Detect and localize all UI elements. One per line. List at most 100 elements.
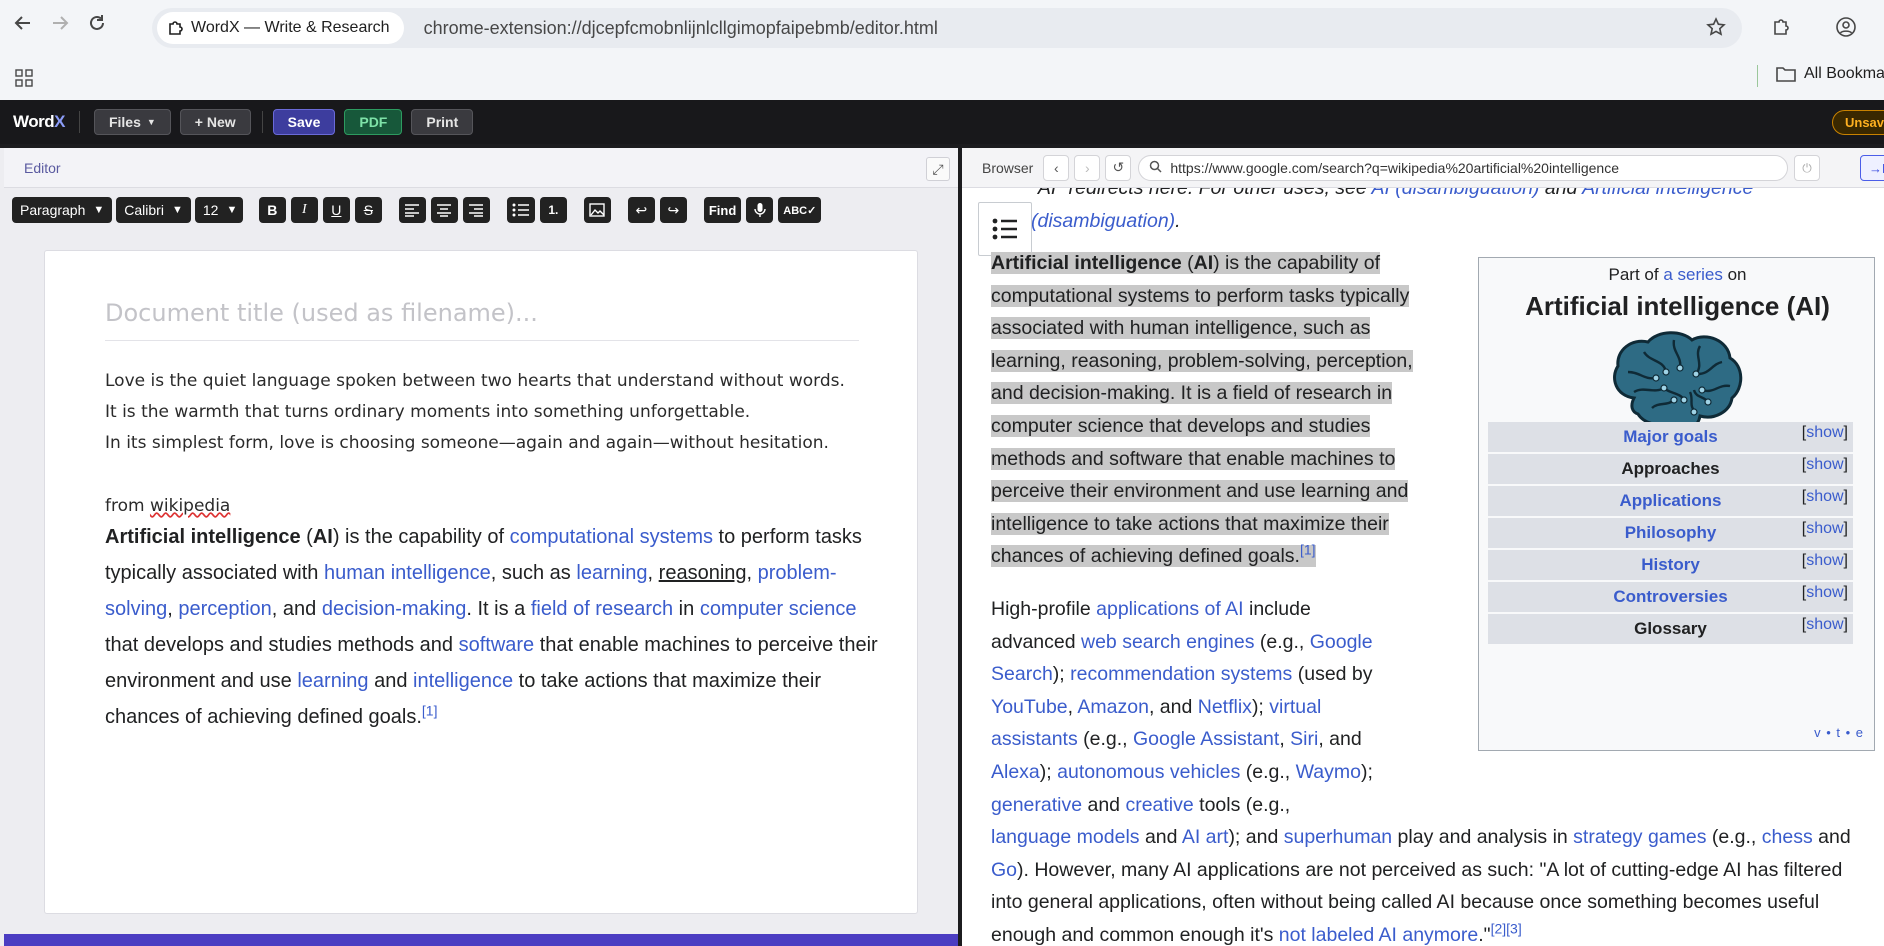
show-toggle[interactable]: [show] [1802,552,1848,570]
align-left-button[interactable] [398,197,426,223]
link-field-of-research[interactable]: field of research [531,598,673,620]
infobox-row-label[interactable]: History [1641,555,1700,575]
link-siri[interactable]: Siri [1290,728,1318,750]
link-a-series[interactable]: a series [1663,265,1723,284]
redo-button[interactable]: ↪ [659,197,687,223]
infobox-row-label[interactable]: Philosophy [1625,523,1717,543]
link-software[interactable]: software [459,634,535,656]
align-right-button[interactable] [462,197,490,223]
link-waymo[interactable]: Waymo [1296,761,1361,783]
apps-button[interactable] [8,62,40,94]
link-chess[interactable]: chess [1762,826,1813,848]
show-toggle[interactable]: [show] [1802,456,1848,474]
link-amazon[interactable]: Amazon [1077,696,1149,718]
profile-button[interactable] [1830,11,1862,43]
link-superhuman[interactable]: superhuman [1284,826,1392,848]
reference-marker[interactable]: [2][3] [1491,920,1522,936]
bold-button[interactable]: B [258,197,286,223]
reload-button[interactable] [81,7,113,39]
save-button[interactable]: Save [272,109,336,135]
infobox-row-controversies[interactable]: Controversies [show] [1488,582,1853,612]
infobox-row-applications[interactable]: Applications [show] [1488,486,1853,516]
numbered-list-button[interactable]: 1. [539,197,567,223]
link-computer-science[interactable]: computer science [700,598,857,620]
document-body[interactable]: Love is the quiet language spoken betwee… [105,371,895,527]
show-toggle[interactable]: [show] [1802,520,1848,538]
link-web-search-engines[interactable]: web search engines [1081,631,1254,653]
strikethrough-button[interactable]: S [354,197,382,223]
extensions-button[interactable] [1765,11,1797,43]
browser-back-button[interactable]: ‹ [1043,154,1070,181]
show-toggle[interactable]: [show] [1802,488,1848,506]
infobox-row-label[interactable]: Applications [1619,491,1721,511]
link-netflix[interactable]: Netflix [1198,696,1252,718]
italic-button[interactable]: I [290,197,318,223]
forward-button[interactable] [44,7,76,39]
show-toggle[interactable]: [show] [1802,584,1848,602]
browser-reload-button[interactable]: ↺ [1105,154,1132,181]
show-link[interactable]: show [1806,552,1843,569]
insert-image-button[interactable] [583,197,611,223]
all-bookmarks-button[interactable]: All Bookma [1776,65,1884,83]
link-creative[interactable]: creative [1125,794,1193,816]
print-button[interactable]: Print [411,109,474,135]
stop-button[interactable]: ⏻ [1794,155,1820,181]
infobox-row-glossary[interactable]: Glossary [show] [1488,614,1853,644]
link-google-assistant[interactable]: Google Assistant [1133,728,1279,750]
reference-marker[interactable]: [1] [422,702,438,718]
send-to-editor-button[interactable]: →Ed [1860,155,1884,181]
show-link[interactable]: show [1806,584,1843,601]
link-recommendation-systems[interactable]: recommendation systems [1070,663,1292,685]
infobox-row-label[interactable]: Major goals [1623,427,1717,447]
show-link[interactable]: show [1806,520,1843,537]
link-intelligence[interactable]: intelligence [413,670,513,692]
infobox-row-label[interactable]: Controversies [1613,587,1727,607]
link-strategy-games[interactable]: strategy games [1573,826,1706,848]
expand-button[interactable]: ⤢ [926,157,950,181]
vte-links[interactable]: v • t • e [1814,725,1864,740]
document-title-input[interactable]: Document title (used as filename)... [105,299,859,341]
bullet-list-button[interactable] [506,197,535,223]
reference-marker[interactable]: [1] [1300,542,1316,558]
font-size-select[interactable]: 12 ▼ [194,197,243,223]
address-bar[interactable]: WordX — Write & Research chrome-extensio… [152,8,1742,48]
link-generative[interactable]: generative [991,794,1082,816]
bookmark-star-button[interactable] [1700,11,1732,43]
site-chip[interactable]: WordX — Write & Research [157,12,404,44]
infobox-row-approaches[interactable]: Approaches [show] [1488,454,1853,484]
show-link[interactable]: show [1806,456,1843,473]
show-toggle[interactable]: [show] [1802,616,1848,634]
link-human-intelligence[interactable]: human intelligence [324,562,491,584]
infobox-row-history[interactable]: History [show] [1488,550,1853,580]
browser-forward-button[interactable]: › [1074,154,1101,181]
infobox-row-philosophy[interactable]: Philosophy [show] [1488,518,1853,548]
font-family-select[interactable]: Calibri ▼ [116,197,191,223]
show-link[interactable]: show [1806,488,1843,505]
browser-url-input[interactable]: https://www.google.com/search?q=wikipedi… [1138,154,1789,181]
link-ai-art[interactable]: AI art [1182,826,1229,848]
underline-button[interactable]: U [322,197,350,223]
spellcheck-button[interactable]: ABC✓ [778,197,822,223]
link-applications-of-ai[interactable]: applications of AI [1096,598,1243,620]
link-alexa[interactable]: Alexa [991,761,1040,783]
show-link[interactable]: show [1806,616,1843,633]
link-youtube[interactable]: YouTube [991,696,1068,718]
show-toggle[interactable]: [show] [1802,424,1848,442]
pasted-wikipedia-paragraph[interactable]: Artificial intelligence (AI) is the capa… [105,519,895,735]
link-go[interactable]: Go [991,859,1017,881]
link-language-models[interactable]: language models [991,826,1140,848]
link-perception[interactable]: perception [178,598,271,620]
find-button[interactable]: Find [703,197,742,223]
link-autonomous-vehicles[interactable]: autonomous vehicles [1057,761,1240,783]
back-button[interactable] [7,7,39,39]
new-document-button[interactable]: + New [179,109,251,135]
link-learning[interactable]: learning [297,670,368,692]
link-computational-systems[interactable]: computational systems [510,526,713,548]
infobox-row-major-goals[interactable]: Major goals [show] [1488,422,1853,452]
undo-button[interactable]: ↩ [627,197,655,223]
document-page[interactable]: Document title (used as filename)... Lov… [44,250,918,914]
link-learning[interactable]: learning [576,562,647,584]
link-not-labeled-ai-anymore[interactable]: not labeled AI anymore [1279,924,1478,946]
align-center-button[interactable] [430,197,458,223]
dictation-button[interactable] [746,197,774,223]
